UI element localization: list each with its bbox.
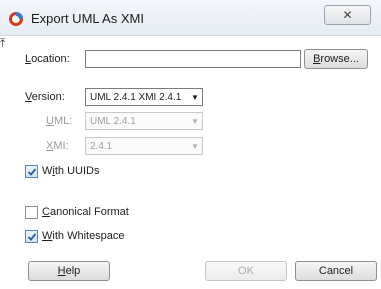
whitespace-mnemonic: W <box>42 230 53 242</box>
title-bar: Export UML As XMI ✕ <box>0 0 381 36</box>
uml-label-mnemonic: U <box>46 115 54 127</box>
window-title: Export UML As XMI <box>31 11 144 26</box>
version-select[interactable]: UML 2.4.1 XMI 2.4.1 ▼ <box>85 88 203 106</box>
with-whitespace-checkbox[interactable] <box>25 230 38 243</box>
version-select-value: UML 2.4.1 XMI 2.4.1 <box>90 91 182 103</box>
xmi-label-text: MI: <box>53 140 69 152</box>
uml-label-text: ML: <box>53 115 73 127</box>
with-whitespace-label[interactable]: With Whitespace <box>42 230 125 242</box>
xmi-select-value: 2.4.1 <box>90 140 113 152</box>
uml-label: UML: <box>46 115 72 127</box>
check-icon <box>27 232 36 241</box>
xmi-select[interactable]: 2.4.1 ▼ <box>85 137 203 155</box>
whitespace-label-post: ith Whitespace <box>52 230 125 242</box>
close-button[interactable]: ✕ <box>324 5 371 25</box>
with-uuids-checkbox[interactable] <box>25 165 38 178</box>
ok-button[interactable]: OK <box>205 261 287 281</box>
with-uuids-label-pre: W <box>42 165 53 177</box>
ok-label: OK <box>238 265 254 277</box>
help-button[interactable]: Help <box>28 261 110 281</box>
location-input[interactable] <box>85 50 301 68</box>
version-label-text: ersion: <box>31 91 65 103</box>
check-icon <box>27 167 36 176</box>
browse-mnemonic: B <box>313 53 321 65</box>
cancel-label: Cancel <box>318 265 354 277</box>
help-label: elp <box>65 265 81 277</box>
version-label-mnemonic: V <box>25 91 32 103</box>
canonical-format-label[interactable]: Canonical Format <box>42 206 129 218</box>
chevron-down-icon: ▼ <box>191 92 199 102</box>
uml-select[interactable]: UML 2.4.1 ▼ <box>85 112 203 130</box>
with-uuids-label[interactable]: With UUIDs <box>42 165 99 177</box>
canonical-label-post: anonical Format <box>49 206 129 218</box>
uml-select-value: UML 2.4.1 <box>90 115 136 127</box>
location-label-text: ocation: <box>31 53 70 65</box>
with-uuids-label-post: th UUIDs <box>54 165 100 177</box>
location-label: Location: <box>25 53 70 65</box>
app-logo-icon <box>9 12 23 26</box>
close-icon: ✕ <box>342 8 353 22</box>
browse-label: rowse... <box>320 53 359 65</box>
version-label: Version: <box>25 91 65 103</box>
chevron-down-icon: ▼ <box>191 116 199 126</box>
cancel-button[interactable]: Cancel <box>295 261 377 281</box>
browse-button[interactable]: Browse... <box>304 49 368 69</box>
chevron-down-icon: ▼ <box>191 141 199 151</box>
canonical-format-checkbox[interactable] <box>25 206 38 219</box>
resize-cursor-icon: ⤒ <box>0 36 6 50</box>
xmi-label: XMI: <box>46 140 69 152</box>
help-mnemonic: H <box>57 265 66 277</box>
canonical-mnemonic: C <box>42 206 50 218</box>
